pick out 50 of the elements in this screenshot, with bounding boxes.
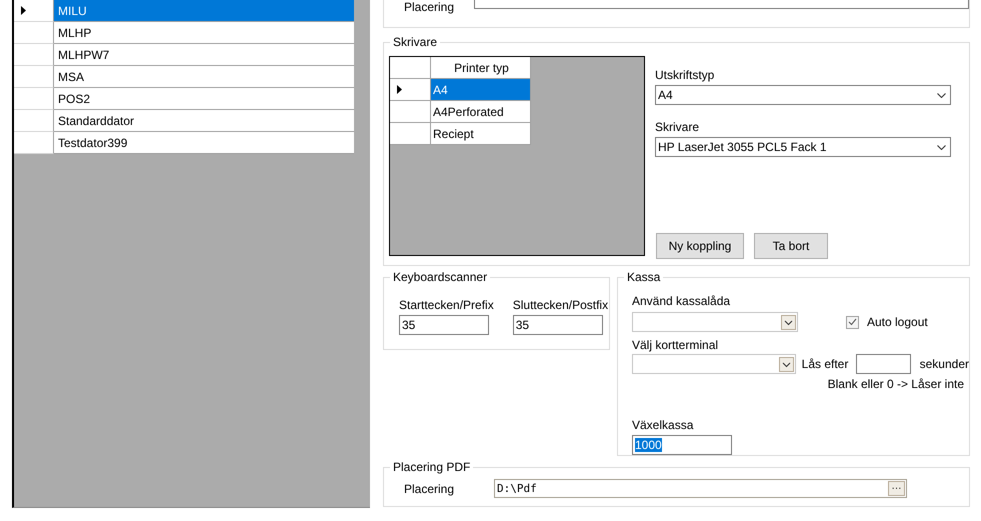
input-field[interactable]: D:\Pdf ···: [494, 479, 907, 498]
chevron-down-icon: [937, 92, 946, 98]
chevron-down-icon: [781, 314, 796, 330]
list-row[interactable]: MSA: [54, 66, 354, 88]
group-title: Keyboardscanner: [390, 270, 490, 284]
field-label: Utskriftstyp: [655, 68, 716, 82]
hint-text: Blank eller 0 -> Låser inte: [828, 377, 964, 391]
field-label: Starttecken/Prefix: [399, 298, 494, 312]
list-row[interactable]: Standarddator: [54, 110, 354, 132]
field-label: Skrivare: [655, 120, 700, 134]
field-label: Växelkassa: [632, 418, 694, 432]
list-row[interactable]: POS2: [54, 88, 354, 110]
field-label: Lås efter: [802, 357, 848, 371]
current-row-icon: [21, 6, 26, 15]
checkbox-label: Auto logout: [867, 315, 928, 329]
dropdown[interactable]: [632, 312, 798, 332]
input-field[interactable]: [856, 354, 911, 374]
field-label: Välj kortterminal: [632, 338, 720, 352]
checkbox[interactable]: [846, 316, 859, 328]
list-row[interactable]: MLHPW7: [54, 44, 354, 66]
browse-button[interactable]: ···: [888, 481, 905, 496]
input-field[interactable]: 35: [512, 315, 603, 335]
unit-label: sekunder: [920, 357, 969, 371]
group-title: Skrivare: [390, 35, 440, 49]
chevron-down-icon: [778, 356, 794, 372]
list-row[interactable]: MILU: [54, 0, 354, 22]
group-title: Placering PDF: [390, 460, 474, 474]
column-header[interactable]: Printer typ: [431, 57, 531, 79]
list-row[interactable]: MLHP: [54, 22, 354, 44]
input-field[interactable]: 35: [399, 315, 489, 335]
group-title: Kassa: [624, 270, 664, 284]
table-row[interactable]: Reciept: [431, 123, 531, 145]
dropdown[interactable]: [632, 354, 796, 374]
chevron-down-icon: [937, 144, 946, 150]
action-button[interactable]: Ta bort: [754, 233, 828, 259]
table-row[interactable]: A4: [431, 79, 531, 101]
field-label: Sluttecken/Postfix: [512, 298, 608, 312]
current-row-icon: [397, 85, 402, 94]
dropdown[interactable]: HP LaserJet 3055 PCL5 Fack 1: [655, 137, 951, 157]
input-field[interactable]: 1000: [632, 435, 732, 455]
row-header[interactable]: [14, 0, 54, 22]
field-label: Använd kassalåda: [632, 294, 732, 308]
action-button[interactable]: Ny koppling: [656, 233, 744, 259]
list-row[interactable]: Testdator399: [54, 132, 354, 154]
field-label: Placering: [404, 482, 456, 496]
dropdown[interactable]: A4: [655, 85, 951, 105]
input-field[interactable]: [474, 0, 969, 9]
row-header[interactable]: [390, 79, 431, 101]
field-label: Placering: [404, 0, 454, 14]
table-row[interactable]: A4Perforated: [431, 101, 531, 123]
